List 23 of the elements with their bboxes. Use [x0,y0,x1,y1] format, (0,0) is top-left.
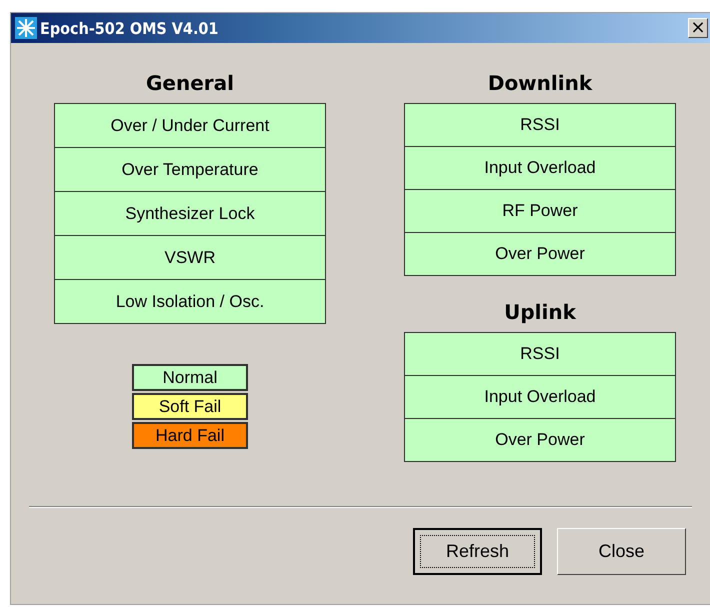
status-indicator: Over Power [405,418,675,461]
close-button[interactable]: × [688,18,708,38]
legend-item: Hard Fail [132,422,248,449]
section-heading: Downlink [488,71,592,95]
section-heading: Uplink [504,300,576,324]
status-indicator: Over Temperature [55,147,325,191]
status-indicator: Synthesizer Lock [55,191,325,235]
section-heading: General [146,71,234,95]
snowflake-icon [15,17,37,39]
window-title: Epoch-502 OMS V4.01 [40,18,220,38]
status-indicator: Input Overload [405,375,675,418]
status-indicator: Input Overload [405,146,675,189]
status-indicator: RSSI [405,104,675,146]
status-indicator: VSWR [55,235,325,279]
status-indicator: Low Isolation / Osc. [55,279,325,323]
legend-item: Soft Fail [132,393,248,420]
status-indicator: Over / Under Current [55,104,325,147]
status-indicator: Over Power [405,232,675,275]
legend-item: Normal [132,364,248,391]
refresh-button[interactable]: Refresh [413,528,542,575]
status-indicator: RF Power [405,189,675,232]
status-indicator: RSSI [405,333,675,375]
close-dialog-button[interactable]: Close [557,528,686,575]
